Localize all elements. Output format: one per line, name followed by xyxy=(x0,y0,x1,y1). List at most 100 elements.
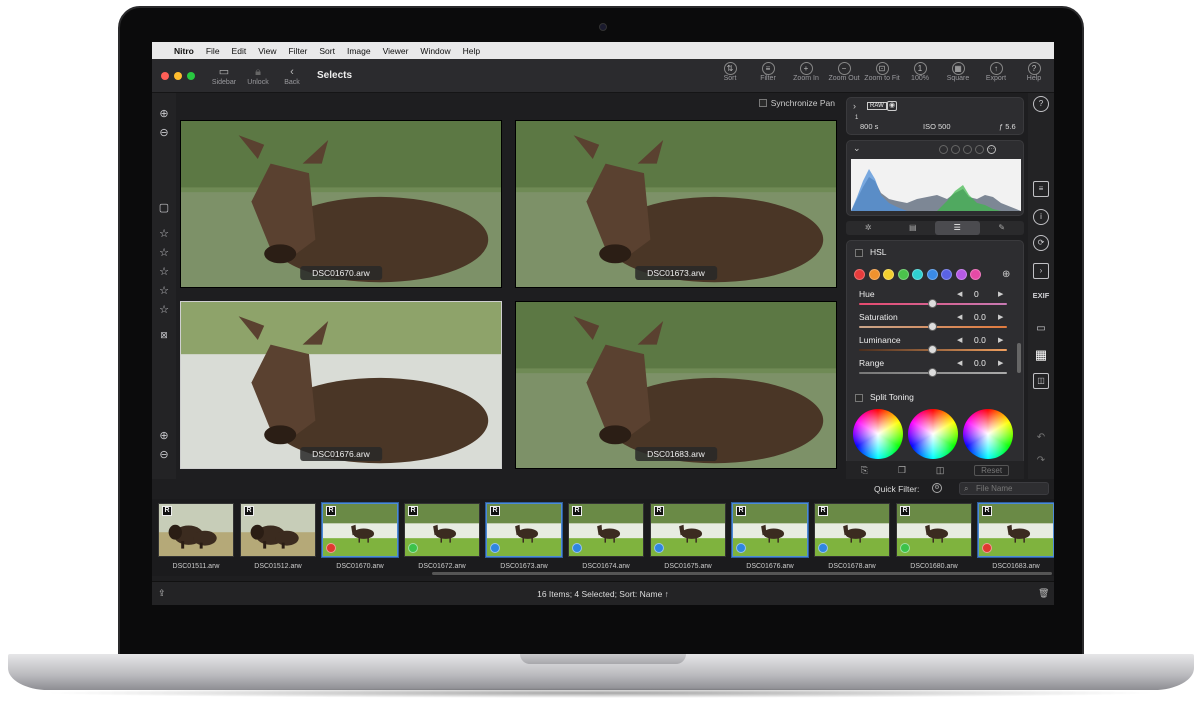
slider-knob[interactable] xyxy=(928,322,937,331)
menu-image[interactable]: Image xyxy=(347,46,371,56)
star-4-icon[interactable]: ☆ xyxy=(157,284,171,297)
hsl-swatch[interactable] xyxy=(897,269,909,280)
zoom-in-bottom-icon[interactable]: ⊕ xyxy=(157,429,171,442)
star-5-icon[interactable]: ☆ xyxy=(157,303,171,316)
hsl-swatch[interactable] xyxy=(941,269,952,280)
increment-arrow-icon[interactable]: ▶ xyxy=(998,290,1003,298)
hsl-swatch[interactable] xyxy=(926,269,938,280)
decrement-arrow-icon[interactable]: ◀ xyxy=(957,359,962,367)
filmstrip-thumbnail[interactable]: R xyxy=(896,503,972,557)
filmstrip-thumbnail[interactable]: R xyxy=(240,503,316,557)
split-view-icon[interactable]: ◫ xyxy=(1033,373,1049,389)
more-options-icon[interactable]: ··· xyxy=(987,145,996,154)
toolbar-filter-button[interactable]: ≡ Filter xyxy=(750,62,786,82)
chevron-down-icon[interactable]: ⌄ xyxy=(853,143,861,154)
filmstrip-thumbnail[interactable]: R xyxy=(568,503,644,557)
filmstrip-thumbnail[interactable]: R xyxy=(322,503,398,557)
shadows-color-wheel[interactable] xyxy=(853,409,903,459)
filmstrip-thumbnail[interactable]: R xyxy=(650,503,726,557)
filmstrip-scrollbar[interactable] xyxy=(432,572,1052,575)
compare-photo[interactable]: DSC01683.arw xyxy=(515,301,837,469)
toolbar-export-button[interactable]: ↑ Export xyxy=(978,62,1014,82)
star-1-icon[interactable]: ☆ xyxy=(157,227,171,240)
zoom-in-icon[interactable]: ⊕ xyxy=(157,107,171,120)
tab-presets[interactable]: ▤ xyxy=(891,221,936,235)
zoom-out-icon[interactable]: ⊖ xyxy=(157,126,171,139)
single-view-icon[interactable]: ▭ xyxy=(1033,321,1049,337)
decrement-arrow-icon[interactable]: ◀ xyxy=(957,313,962,321)
filmstrip-thumbnail[interactable]: R xyxy=(732,503,808,557)
hsl-swatch[interactable] xyxy=(912,269,923,280)
tab-retouch[interactable]: ✎ xyxy=(980,221,1025,235)
decrement-arrow-icon[interactable]: ◀ xyxy=(957,336,962,344)
hsl-enable-checkbox[interactable] xyxy=(855,249,863,257)
tab-auto-enhance[interactable]: ✲ xyxy=(846,221,891,235)
grid-view-icon[interactable]: ▦ xyxy=(1033,347,1049,363)
next-panel-icon[interactable]: › xyxy=(1033,263,1049,279)
hsl-swatch[interactable] xyxy=(883,269,894,280)
slider-value[interactable]: 0.0 xyxy=(974,358,986,368)
channel-dot-icon[interactable] xyxy=(963,145,972,154)
hsl-swatch[interactable] xyxy=(854,269,865,280)
increment-arrow-icon[interactable]: ▶ xyxy=(998,359,1003,367)
channel-dot-icon[interactable] xyxy=(975,145,984,154)
slider-knob[interactable] xyxy=(928,299,937,308)
hsl-swatch[interactable] xyxy=(970,269,981,280)
star-2-icon[interactable]: ☆ xyxy=(157,246,171,259)
toolbar-help-button[interactable]: ? Help xyxy=(1016,62,1052,82)
sync-pan-checkbox[interactable] xyxy=(758,99,767,107)
hsl-swatch[interactable] xyxy=(868,269,880,280)
toolbar-zoom-fit-button[interactable]: ⊡ Zoom to Fit xyxy=(864,62,900,82)
slider-knob[interactable] xyxy=(928,345,937,354)
menu-view[interactable]: View xyxy=(258,46,276,56)
increment-arrow-icon[interactable]: ▶ xyxy=(998,336,1003,344)
menu-edit[interactable]: Edit xyxy=(232,46,247,56)
trash-icon[interactable]: 🗑︎ xyxy=(1038,588,1049,599)
info-icon[interactable]: i xyxy=(1033,209,1049,225)
menu-help[interactable]: Help xyxy=(463,46,480,56)
copy-adjustments-icon[interactable]: ⎘ xyxy=(861,465,868,476)
toolbar-zoom-100-button[interactable]: 1 100% xyxy=(902,62,938,82)
menu-window[interactable]: Window xyxy=(420,46,450,56)
file-name-search[interactable]: ⌕ File Name xyxy=(959,482,1049,495)
toolbar-zoom-out-button[interactable]: − Zoom Out xyxy=(826,62,862,82)
hsl-swatch[interactable] xyxy=(955,269,967,280)
unlock-button[interactable]: 🔒︎ Unlock xyxy=(241,66,275,86)
decrement-arrow-icon[interactable]: ◀ xyxy=(957,290,962,298)
toolbar-sort-button[interactable]: ⇅ Sort xyxy=(712,62,748,82)
slider-value[interactable]: 0.0 xyxy=(974,312,986,322)
reject-flag-icon[interactable]: ⊠ xyxy=(157,330,171,341)
slider-value[interactable]: 0 xyxy=(974,289,979,299)
filmstrip-thumbnail[interactable]: R xyxy=(486,503,562,557)
filmstrip-thumbnail[interactable]: R xyxy=(814,503,890,557)
undo-icon[interactable]: ↶ xyxy=(1033,430,1049,446)
increment-arrow-icon[interactable]: ▶ xyxy=(998,313,1003,321)
synchronize-pan-toggle[interactable]: Synchronize Pan xyxy=(758,98,835,108)
minimize-window-button[interactable] xyxy=(174,71,182,80)
chevron-right-icon[interactable]: › xyxy=(853,101,856,111)
split-toning-checkbox[interactable] xyxy=(855,394,863,402)
filter-settings-icon[interactable]: ⚙ xyxy=(932,483,942,493)
reset-button[interactable]: Reset xyxy=(974,464,1010,476)
slider-knob[interactable] xyxy=(928,368,937,377)
menu-file[interactable]: File xyxy=(206,46,220,56)
close-window-button[interactable] xyxy=(161,71,169,80)
paste-adjustments-icon[interactable]: ❐ xyxy=(898,465,906,476)
menu-filter[interactable]: Filter xyxy=(288,46,307,56)
zoom-out-bottom-icon[interactable]: ⊖ xyxy=(157,448,171,461)
redo-icon[interactable]: ↷ xyxy=(1033,453,1049,469)
toolbar-zoom-in-button[interactable]: + Zoom In xyxy=(788,62,824,82)
highlights-color-wheel[interactable] xyxy=(963,409,1013,459)
adjustments-icon[interactable]: ≡ xyxy=(1033,181,1049,197)
toolbar-square-grid-button[interactable]: ▦ Square xyxy=(940,62,976,82)
zoom-window-button[interactable] xyxy=(187,71,195,80)
channel-dot-icon[interactable] xyxy=(939,145,948,154)
compare-photo[interactable]: DSC01670.arw xyxy=(180,120,502,288)
help-icon[interactable]: ? xyxy=(1033,96,1049,112)
comment-icon[interactable]: ▢ xyxy=(157,201,171,214)
compare-original-icon[interactable]: ◫ xyxy=(936,465,945,476)
channel-dot-icon[interactable] xyxy=(951,145,960,154)
filmstrip-thumbnail[interactable]: R xyxy=(404,503,480,557)
exif-info-icon[interactable]: ⟳ xyxy=(1033,235,1049,251)
star-3-icon[interactable]: ☆ xyxy=(157,265,171,278)
